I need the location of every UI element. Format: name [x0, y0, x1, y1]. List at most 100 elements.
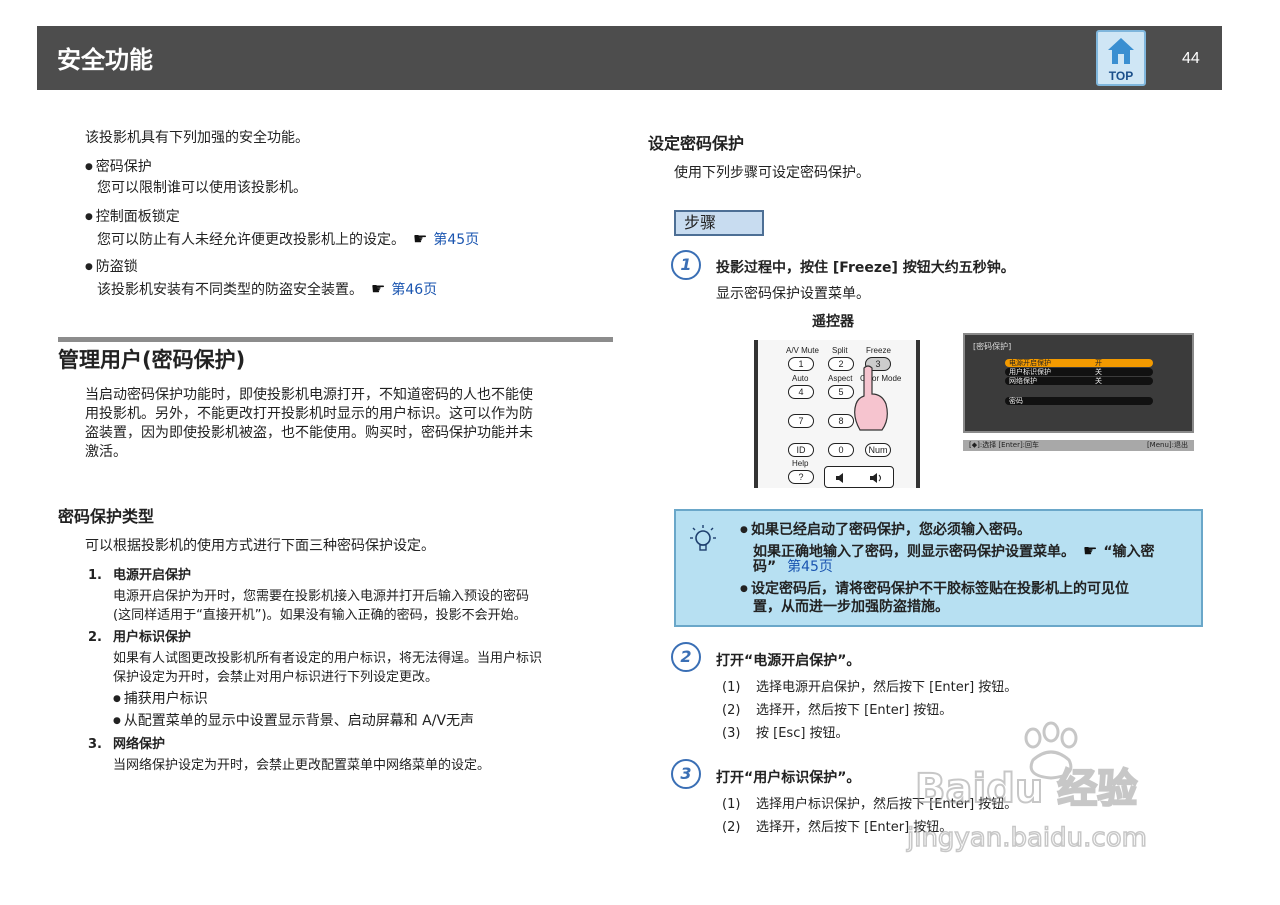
watermark-url: jingyan.baidu.com	[906, 823, 1147, 853]
page-link[interactable]: 第45页	[787, 559, 833, 575]
feature-desc-row: 该投影机安装有不同类型的防盗安全装置。 ☛ 第46页	[97, 278, 437, 301]
remote-button: ID	[788, 443, 814, 457]
pressing-finger-icon	[854, 365, 888, 431]
menu-row: 密码	[1005, 397, 1153, 405]
step-number-circle: 3	[671, 759, 701, 789]
step-number: 1	[680, 255, 692, 274]
type-number: 1.	[88, 568, 102, 583]
remote-button: ?	[788, 470, 814, 484]
volume-buttons	[824, 466, 894, 488]
section-para-line: 盗装置，因为即使投影机被盗，也不能使用。购买时，密码保护功能并未	[85, 425, 533, 441]
feature-title: 控制面板锁定	[85, 207, 180, 230]
section-para-line: 激活。	[85, 444, 127, 460]
tip-line-row: 码” 第45页	[753, 557, 833, 578]
type-line: 如果有人试图更改投影机所有者设定的用户标识，将无法得逞。当用户标识	[113, 651, 543, 666]
menu-row-label: 密码	[1009, 397, 1023, 405]
page-link[interactable]: 第45页	[433, 232, 479, 248]
section-para-line: 当启动密码保护功能时，即使投影机电源打开，不知道密码的人也不能使	[85, 387, 533, 403]
remote-button: 4	[788, 385, 814, 399]
intro-text: 该投影机具有下列加强的安全功能。	[85, 130, 309, 146]
steps-label: 步骤	[674, 210, 764, 236]
page-link[interactable]: 第46页	[391, 282, 437, 298]
remote-button: 5	[828, 385, 854, 399]
tip-line: 码”	[753, 559, 777, 575]
type-bullet: 捕获用户标识	[113, 689, 208, 712]
step-number: 3	[680, 764, 692, 783]
top-button[interactable]: TOP	[1096, 30, 1146, 86]
type-number: 2.	[88, 630, 102, 645]
menu-row-value: 关	[1095, 377, 1102, 385]
menu-footer-left: [◆]:选择 [Enter]:回车	[969, 441, 1040, 449]
menu-row-label: 用户标识保护	[1009, 368, 1051, 376]
step-title: 投影过程中，按住 [Freeze] 按钮大约五秒钟。	[716, 260, 1015, 276]
menu-row-label: 网络保护	[1009, 377, 1037, 385]
step-item-number: (1)	[722, 797, 741, 812]
page-header: 安全功能 TOP 44	[37, 26, 1222, 90]
type-line: 当网络保护设定为开时，会禁止更改配置菜单中网络菜单的设定。	[113, 758, 491, 773]
remote-button: 7	[788, 414, 814, 428]
remote-caption: 遥控器	[812, 314, 854, 330]
step-item-text: 按 [Esc] 按钮。	[756, 726, 849, 741]
pointing-hand-icon: ☛	[413, 229, 428, 248]
remote-label: Aspect	[828, 374, 853, 383]
page-title: 安全功能	[57, 46, 153, 74]
type-line: 保护设定为开时，会禁止对用户标识进行下列设定更改。	[113, 670, 439, 685]
top-label: TOP	[1108, 69, 1134, 83]
type-title: 电源开启保护	[113, 568, 192, 583]
volume-up-icon	[870, 473, 881, 483]
remote-control-illustration: A/V Mute Split Freeze 1 2 3 Auto Aspect …	[754, 340, 920, 488]
remote-button: 1	[788, 357, 814, 371]
menu-row-label: 电源开启保护	[1009, 359, 1051, 367]
step-number-circle: 2	[671, 642, 701, 672]
page-number: 44	[1182, 50, 1200, 67]
section-title: 管理用户(密码保护)	[58, 348, 246, 372]
remote-label: Freeze	[866, 346, 891, 355]
feature-desc: 您可以限制谁可以使用该投影机。	[97, 180, 307, 196]
subsection-title: 密码保护类型	[58, 507, 155, 526]
tip-line: 置，从而进一步加强防盗措施。	[753, 599, 949, 615]
menu-row: 用户标识保护 关	[1005, 368, 1153, 376]
pointing-hand-icon: ☛	[371, 279, 386, 298]
feature-title: 密码保护	[85, 157, 152, 180]
step-item-text: 选择开，然后按下 [Enter] 按钮。	[756, 703, 953, 718]
remote-label: Split	[832, 346, 848, 355]
remote-button: 0	[828, 443, 854, 457]
step-item-number: (3)	[722, 726, 741, 741]
menu-title: [密码保护]	[973, 342, 1012, 351]
feature-desc: 您可以防止有人未经允许便更改投影机上的设定。	[97, 232, 405, 248]
volume-down-icon	[836, 473, 843, 483]
menu-footer-right: [Menu]:退出	[1146, 441, 1188, 449]
remote-button: 2	[828, 357, 854, 371]
tip-link-prefix: “输入密	[1103, 544, 1155, 560]
subsection-title: 设定密码保护	[648, 134, 745, 153]
step-number: 2	[680, 647, 692, 666]
password-menu-screenshot: [密码保护] 电源开启保护开 用户标识保护关 网络保护 关 密码	[963, 333, 1194, 433]
watermark-text: Baidu 经验	[915, 766, 1137, 812]
menu-row: 电源开启保护 开	[1005, 359, 1153, 367]
feature-title: 防盗锁	[85, 257, 138, 280]
remote-button: 8	[828, 414, 854, 428]
section-para-line: 用投影机。另外，不能更改打开投影机时显示的用户标识。这可以作为防	[85, 406, 533, 422]
step-item-number: (2)	[722, 820, 741, 835]
step-desc: 显示密码保护设置菜单。	[716, 286, 870, 302]
step-number-circle: 1	[671, 250, 701, 280]
type-bullet: 从配置菜单的显示中设置显示背景、启动屏幕和 A/V无声	[113, 711, 474, 734]
step-item-number: (2)	[722, 703, 741, 718]
step-item-text: 选择电源开启保护，然后按下 [Enter] 按钮。	[756, 680, 1018, 695]
section-divider	[58, 337, 613, 342]
type-title: 用户标识保护	[113, 630, 192, 645]
pointing-hand-icon: ☛	[1083, 541, 1098, 560]
feature-desc-row: 您可以防止有人未经允许便更改投影机上的设定。 ☛ 第45页	[97, 228, 479, 251]
feature-desc: 该投影机安装有不同类型的防盗安全装置。	[97, 282, 363, 298]
step-item-number: (1)	[722, 680, 741, 695]
lightbulb-icon	[690, 525, 716, 551]
remote-label: A/V Mute	[786, 346, 819, 355]
baidu-watermark: Baidu 经验 jingyan.baidu.com	[905, 721, 1148, 854]
right-intro: 使用下列步骤可设定密码保护。	[674, 165, 870, 181]
remote-label: Help	[792, 459, 809, 468]
type-number: 3.	[88, 737, 102, 752]
menu-row: 网络保护 关	[1005, 377, 1153, 385]
remote-label: Auto	[792, 374, 809, 383]
menu-footer: [◆]:选择 [Enter]:回车 [Menu]:退出	[963, 440, 1194, 451]
home-icon	[1108, 38, 1134, 64]
